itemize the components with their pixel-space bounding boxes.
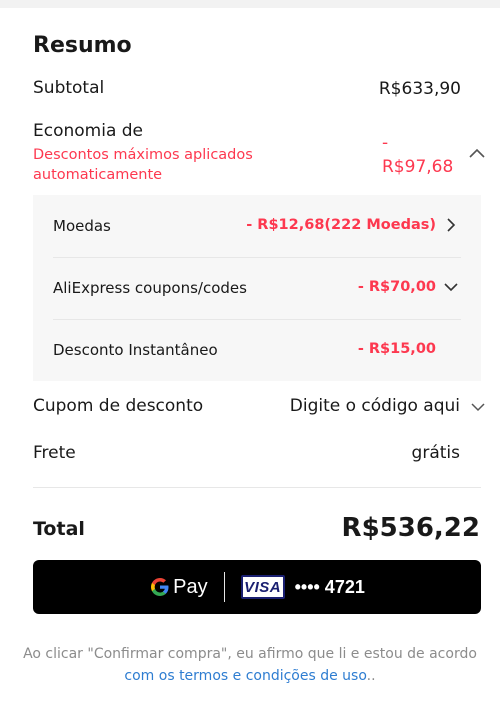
- chevron-up-icon[interactable]: [468, 146, 486, 160]
- chevron-right-icon[interactable]: [443, 217, 459, 233]
- total-value: R$536,22: [341, 513, 480, 543]
- visa-card-icon: VISA: [240, 575, 285, 599]
- visa-brand-text: VISA: [244, 578, 282, 596]
- savings-value: - R$97,68: [382, 131, 458, 179]
- discount-label-coins: Moedas: [53, 217, 111, 235]
- shipping-label: Frete: [33, 443, 76, 463]
- savings-note: Descontos máximos aplicados automaticame…: [33, 147, 253, 183]
- discounts-panel: Moedas - R$12,68(222 Moedas) AliExpress …: [33, 195, 481, 381]
- chevron-down-icon[interactable]: [470, 400, 486, 414]
- discount-row-coins[interactable]: Moedas - R$12,68(222 Moedas): [53, 195, 481, 257]
- discount-label-instant: Desconto Instantâneo: [53, 341, 218, 359]
- discount-row-instant: Desconto Instantâneo - R$15,00: [53, 319, 481, 381]
- summary-title: Resumo: [33, 33, 132, 58]
- subtotal-label: Subtotal: [33, 78, 105, 98]
- coupon-label: Cupom de desconto: [33, 396, 204, 416]
- top-bar: [0, 0, 500, 8]
- subtotal-value: R$633,90: [378, 79, 461, 99]
- discount-value-coupons: - R$70,00: [357, 279, 436, 295]
- google-pay-button[interactable]: Pay VISA •••• 4721: [33, 560, 481, 614]
- discount-value-coins: - R$12,68(222 Moedas): [246, 217, 436, 233]
- coupon-code-input[interactable]: Digite o código aqui: [290, 396, 460, 416]
- divider: [33, 487, 481, 488]
- chevron-down-icon[interactable]: [443, 279, 459, 295]
- discount-row-coupons[interactable]: AliExpress coupons/codes - R$70,00: [53, 257, 481, 319]
- card-number: •••• 4721: [294, 576, 365, 597]
- total-label: Total: [33, 518, 85, 540]
- google-pay-text: Pay: [173, 575, 208, 598]
- savings-label: Economia de: [33, 121, 144, 141]
- terms-text: Ao clicar "Confirmar compra", eu afirmo …: [20, 643, 480, 687]
- google-g-icon: [151, 578, 169, 596]
- discount-value-instant: - R$15,00: [357, 341, 436, 357]
- google-pay-logo: Pay: [149, 575, 208, 599]
- savings-value-sign: -: [382, 133, 389, 153]
- payment-separator: [223, 572, 225, 602]
- terms-suffix: ..: [366, 668, 376, 684]
- discount-label-coupons: AliExpress coupons/codes: [53, 279, 247, 297]
- terms-link[interactable]: com os termos e condições de uso: [124, 668, 366, 684]
- shipping-value: grátis: [411, 443, 460, 463]
- savings-value-amount: R$97,68: [382, 157, 454, 177]
- terms-prefix: Ao clicar "Confirmar compra", eu afirmo …: [23, 646, 477, 662]
